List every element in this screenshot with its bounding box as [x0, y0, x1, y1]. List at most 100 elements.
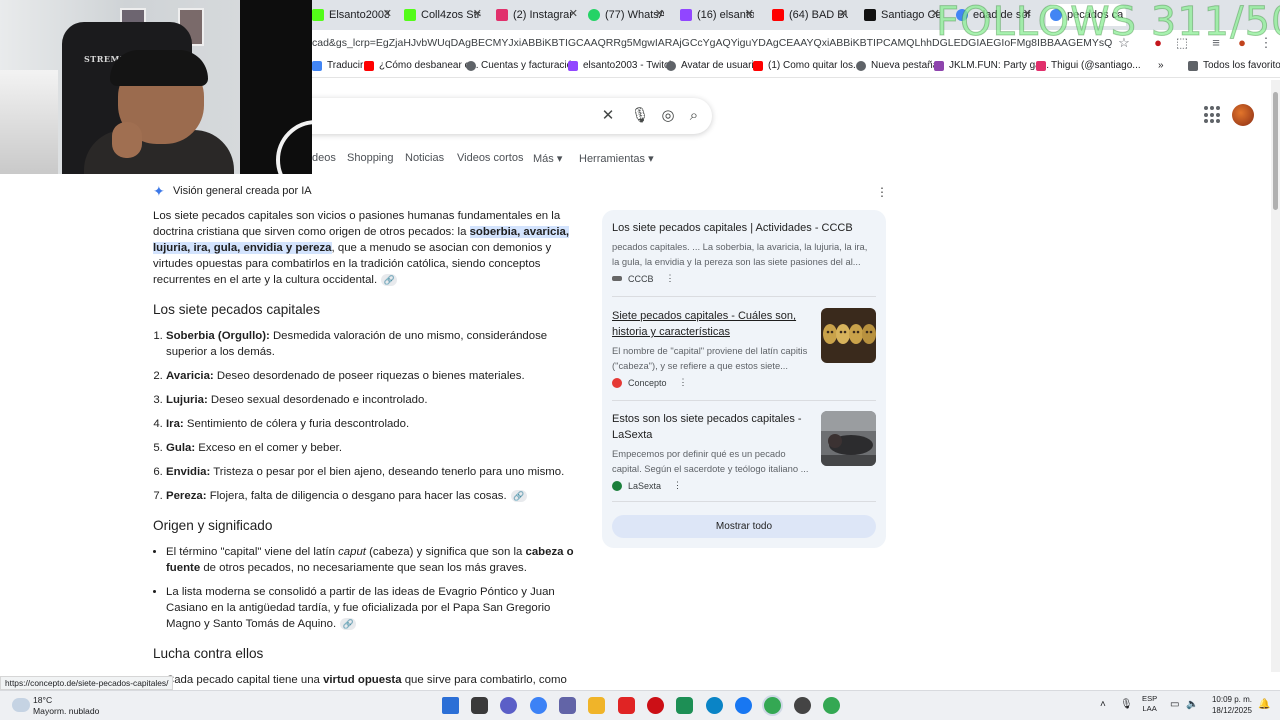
source-site: Concepto ⋮ [612, 377, 876, 388]
avatar[interactable] [1232, 104, 1254, 126]
bookmark-item[interactable]: Cuentas y facturación [466, 60, 578, 71]
tab-videos[interactable]: deos [312, 152, 336, 164]
source-site: CCCB ⋮ [612, 273, 876, 284]
bookmark-item[interactable]: ¿Cómo desbanear o... [364, 60, 479, 71]
chat-icon[interactable] [500, 697, 517, 714]
sparkle-icon: ✦ [153, 183, 165, 199]
list-item: Ira: Sentimiento de cólera y furia desco… [166, 416, 578, 432]
show-hidden-icons-icon[interactable]: ˄ [1100, 699, 1106, 710]
link-icon[interactable]: 🔗 [340, 617, 357, 630]
youtube-app-icon[interactable] [618, 697, 635, 714]
source-site: LaSexta ⋮ [612, 480, 876, 491]
network-icon[interactable]: ▭ [1170, 699, 1179, 710]
browser-tab[interactable]: Santiago Ce ✕ [864, 4, 940, 26]
close-tab-icon[interactable]: ✕ [745, 7, 754, 20]
sources-panel: Los siete pecados capitales | Actividade… [602, 210, 886, 548]
bookmark-item[interactable]: elsanto2003 - Twitch [568, 60, 675, 71]
divider [612, 400, 876, 401]
source-card[interactable]: Estos son los siete pecados capitales - … [612, 411, 876, 491]
browser-tab[interactable]: Coll4zos Stre ✕ [404, 4, 482, 26]
globe-icon [856, 60, 866, 71]
tab-videos-cortos[interactable]: Videos cortos [457, 152, 523, 164]
close-tab-icon[interactable]: ✕ [473, 7, 482, 20]
scrollbar-thumb[interactable] [1273, 92, 1278, 210]
browser-tab[interactable]: (64) BAD BU ✕ [772, 4, 848, 26]
source-snippet: pecados capitales. ... La soberbia, la a… [612, 241, 868, 267]
bookmark-item[interactable]: Thigui (@santiago... [1036, 60, 1141, 71]
clock[interactable]: 10:09 p. m. 18/12/2025 [1206, 694, 1252, 716]
bookmarks-overflow-icon[interactable]: » [1158, 60, 1164, 71]
bookmark-item[interactable]: JKLM.FUN: Party ga... [934, 60, 1049, 71]
search-input[interactable]: ✕ 🎙 ◎ ⌕ [270, 98, 712, 134]
windows-taskbar: 18°C Mayorm. nublado ˄ 🎙 ESP LAA ▭ 🔈 10:0… [0, 690, 1280, 720]
weather-temperature[interactable]: 18°C [33, 695, 52, 705]
bookmark-item[interactable]: Avatar de usuario [666, 60, 759, 71]
edge-icon[interactable] [706, 697, 723, 714]
tab-shopping[interactable]: Shopping [347, 152, 394, 164]
close-tab-icon[interactable]: ✕ [655, 7, 664, 20]
search-icon[interactable]: ⌕ [684, 106, 704, 126]
bookmark-item[interactable]: Nueva pestaña [856, 60, 938, 71]
browser-tab[interactable]: (2) Instagram ✕ [496, 4, 578, 26]
volume-icon[interactable]: 🔈 [1186, 699, 1198, 710]
chrome-profile-icon[interactable] [823, 697, 840, 714]
facebook-icon[interactable] [735, 697, 752, 714]
tab-more[interactable]: Más ▾ [533, 152, 562, 165]
microphone-icon[interactable]: 🎙 [630, 106, 650, 126]
weather-description[interactable]: Mayorm. nublado [33, 706, 99, 716]
clear-icon[interactable]: ✕ [598, 106, 618, 126]
obs-icon[interactable] [794, 697, 811, 714]
instagram-icon [496, 9, 508, 21]
browser-tab[interactable]: (16) elsanto2✕ [680, 4, 754, 26]
source-snippet: El nombre de "capital" proviene del latí… [612, 345, 808, 371]
more-options-icon[interactable]: ⋮ [876, 185, 888, 199]
close-tab-icon[interactable]: ✕ [839, 7, 848, 20]
source-card[interactable]: Los siete pecados capitales | Actividade… [612, 220, 876, 284]
list-item: Envidia: Tristeza o pesar por el bien aj… [166, 464, 578, 480]
section-title: Origen y significado [153, 518, 273, 533]
more-options-icon[interactable]: ⋮ [666, 273, 675, 284]
apps-grid-icon[interactable] [1204, 106, 1222, 124]
source-card[interactable]: Siete pecados capitales - Cuáles son, hi… [612, 308, 876, 388]
whatsapp-icon [588, 9, 600, 21]
spreadsheet-app-icon[interactable] [676, 697, 693, 714]
link-icon[interactable]: 🔗 [381, 273, 398, 286]
show-all-button[interactable]: Mostrar todo [612, 515, 876, 538]
windows-start-icon[interactable] [442, 697, 459, 714]
lens-icon[interactable]: ◎ [658, 106, 678, 126]
folder-icon [1188, 60, 1198, 71]
source-title[interactable]: Siete pecados capitales - Cuáles son, hi… [612, 308, 802, 340]
source-title[interactable]: Los siete pecados capitales | Actividade… [612, 220, 876, 236]
link-icon[interactable]: 🔗 [510, 489, 527, 502]
close-tab-icon[interactable]: ✕ [569, 7, 578, 20]
globe-icon [666, 60, 676, 71]
more-options-icon[interactable]: ⋮ [679, 377, 688, 388]
copilot-icon[interactable] [530, 697, 547, 714]
opera-icon[interactable] [647, 697, 664, 714]
microphone-tray-icon[interactable]: 🎙 [1120, 699, 1133, 710]
tab-noticias[interactable]: Noticias [405, 152, 444, 164]
browser-tab[interactable]: Elsanto2003 ✕ [312, 4, 392, 26]
browser-tab[interactable]: (77) WhatsApp✕ [588, 4, 664, 26]
tab-tools[interactable]: Herramientas ▾ [579, 152, 654, 165]
ai-intro: Los siete pecados capitales son vicios o… [153, 210, 570, 286]
source-title[interactable]: Estos son los siete pecados capitales - … [612, 411, 812, 443]
bookmark-item[interactable]: (1) Como quitar los... [753, 60, 861, 71]
close-tab-icon[interactable]: ✕ [383, 7, 392, 20]
bookmark-item[interactable]: Traducir [312, 60, 363, 71]
task-view-icon[interactable] [471, 697, 488, 714]
chrome-icon[interactable] [764, 697, 781, 714]
notifications-icon[interactable]: 🔔 [1258, 699, 1270, 710]
source-thumbnail[interactable] [821, 411, 876, 466]
source-thumbnail[interactable] [821, 308, 876, 363]
follows-goal-overlay: FOLLOWS 311/500 [936, 0, 1280, 45]
list-item: Gula: Exceso en el comer y beber. [166, 440, 578, 456]
page-scrollbar[interactable] [1271, 80, 1280, 672]
input-language[interactable]: ESP LAA [1142, 694, 1157, 714]
more-options-icon[interactable]: ⋮ [673, 480, 682, 491]
weather-icon[interactable] [12, 698, 30, 712]
teams-icon[interactable] [559, 697, 576, 714]
status-bar-url: https://concepto.de/siete-pecados-capita… [0, 676, 174, 690]
file-explorer-icon[interactable] [588, 697, 605, 714]
bookmark-item[interactable]: Todos los favoritos [1188, 60, 1280, 71]
